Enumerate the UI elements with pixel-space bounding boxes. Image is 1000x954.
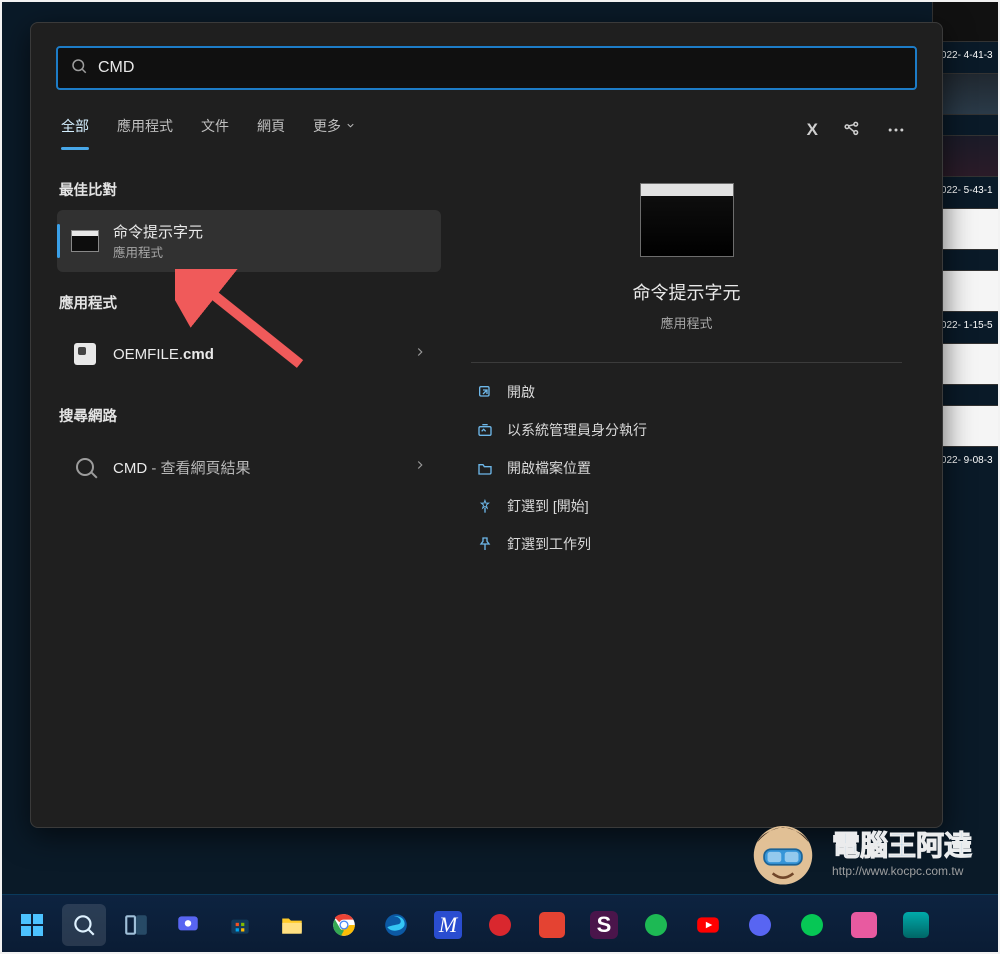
result-title: CMD - 查看網頁結果 xyxy=(113,457,251,478)
tab-more[interactable]: 更多 xyxy=(313,110,356,150)
cmd-app-icon xyxy=(71,227,99,255)
chevron-right-icon xyxy=(413,345,427,364)
taskbar-youtube[interactable] xyxy=(686,904,730,946)
action-pin-start[interactable]: 釘選到 [開始] xyxy=(471,487,902,525)
taskbar-spotify[interactable] xyxy=(634,904,678,946)
preview-subtitle: 應用程式 xyxy=(660,313,712,332)
tab-apps[interactable]: 應用程式 xyxy=(117,110,173,150)
taskbar-chrome[interactable] xyxy=(322,904,366,946)
result-best-match[interactable]: 命令提示字元 應用程式 xyxy=(57,210,441,272)
search-flyout: 全部 應用程式 文件 網頁 更多 X 最佳比對 xyxy=(30,22,943,828)
tab-web[interactable]: 網頁 xyxy=(257,110,285,150)
close-x-button[interactable]: X xyxy=(807,120,818,140)
chevron-down-icon xyxy=(345,118,356,134)
taskbar: M S xyxy=(0,894,1000,954)
chevron-right-icon xyxy=(413,458,427,477)
taskbar-chat[interactable] xyxy=(166,904,210,946)
search-input[interactable] xyxy=(88,59,903,77)
taskbar-explorer[interactable] xyxy=(270,904,314,946)
section-best-match: 最佳比對 xyxy=(59,179,441,200)
taskbar-app-pink[interactable] xyxy=(842,904,886,946)
result-subtitle: 應用程式 xyxy=(113,242,203,261)
action-label: 釘選到工作列 xyxy=(507,534,591,554)
taskbar-start[interactable] xyxy=(10,904,54,946)
preview-pane: 命令提示字元 應用程式 開啟 以系統管理員身分執行 開啟檔案位置 釘選到 [開始… xyxy=(447,169,916,803)
action-open-location[interactable]: 開啟檔案位置 xyxy=(471,449,902,487)
section-search-web: 搜尋網路 xyxy=(59,405,441,426)
action-label: 釘選到 [開始] xyxy=(507,496,589,516)
taskbar-search[interactable] xyxy=(62,904,106,946)
taskbar-taskview[interactable] xyxy=(114,904,158,946)
preview-title: 命令提示字元 xyxy=(633,279,741,305)
tab-more-label: 更多 xyxy=(313,116,341,136)
action-run-admin[interactable]: 以系統管理員身分執行 xyxy=(471,411,902,449)
tab-documents[interactable]: 文件 xyxy=(201,110,229,150)
action-open[interactable]: 開啟 xyxy=(471,373,902,411)
taskbar-mega[interactable] xyxy=(478,904,522,946)
results-column: 最佳比對 命令提示字元 應用程式 應用程式 OEMFILE.cmd xyxy=(57,169,447,803)
result-app-item[interactable]: OEMFILE.cmd xyxy=(57,323,441,385)
action-label: 開啟 xyxy=(507,382,535,402)
taskbar-slack[interactable]: S xyxy=(582,904,626,946)
more-icon[interactable] xyxy=(886,120,906,140)
taskbar-store[interactable] xyxy=(218,904,262,946)
divider xyxy=(471,362,902,363)
taskbar-edge[interactable] xyxy=(374,904,418,946)
action-label: 開啟檔案位置 xyxy=(507,458,591,478)
section-apps: 應用程式 xyxy=(59,292,441,313)
taskbar-app-m[interactable]: M xyxy=(426,904,470,946)
file-icon xyxy=(71,340,99,368)
taskbar-line[interactable] xyxy=(790,904,834,946)
search-tabs: 全部 應用程式 文件 網頁 更多 X xyxy=(31,90,942,151)
action-pin-taskbar[interactable]: 釘選到工作列 xyxy=(471,525,902,563)
tab-all[interactable]: 全部 xyxy=(61,110,89,150)
taskbar-discord[interactable] xyxy=(738,904,782,946)
taskbar-todoist[interactable] xyxy=(530,904,574,946)
search-icon xyxy=(70,57,88,80)
search-icon xyxy=(71,453,99,481)
share-icon[interactable] xyxy=(842,120,862,140)
taskbar-app-teal[interactable] xyxy=(894,904,938,946)
action-label: 以系統管理員身分執行 xyxy=(507,420,647,440)
search-bar[interactable] xyxy=(56,46,917,90)
result-title: OEMFILE.cmd xyxy=(113,346,214,363)
result-web-item[interactable]: CMD - 查看網頁結果 xyxy=(57,436,441,498)
preview-app-icon xyxy=(640,183,734,257)
result-title: 命令提示字元 xyxy=(113,221,203,242)
